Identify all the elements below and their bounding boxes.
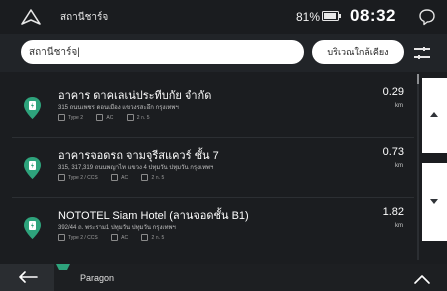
plug-icon — [58, 174, 65, 182]
clock-time: 08:32 — [350, 6, 396, 25]
screen-title: สถานีชาร์จ — [60, 12, 109, 23]
result-row[interactable]: อาคารจอดรถ จามจุรีสแควร์ ชั้น 7 315, 317… — [0, 138, 420, 198]
battery-icon — [322, 11, 341, 21]
distance-unit: km — [395, 103, 403, 109]
next-result-label[interactable]: Paragon — [80, 273, 114, 283]
filter-sliders-icon[interactable] — [414, 47, 430, 59]
result-row[interactable]: NOTOTEL Siam Hotel (ลานจอดชั้น B1) 392/4… — [0, 198, 420, 258]
result-row[interactable]: อาคาร ดาคเลเน่ประทีบกัย จำกัด 315 ถนนเพช… — [0, 78, 420, 138]
list-scrollbar[interactable] — [417, 74, 419, 260]
power-icon — [126, 114, 134, 122]
station-address: 315 ถนนเพชร ดอนเมือง แขวงรสะอึก กรุงเทพฯ — [58, 105, 179, 111]
distance-value: 0.29 — [382, 86, 404, 98]
station-attributes: Type 2 / CCS AC 2 ก. 5 — [58, 234, 176, 244]
plug-icon — [58, 234, 65, 242]
back-button[interactable] — [0, 264, 54, 291]
current-icon — [96, 114, 104, 122]
station-address: 392/44 ถ. พระราม1 ปทุมวัน ปทุมวัน กรุงเท… — [58, 225, 176, 231]
charger-power: 2 ก. 5 — [126, 114, 150, 122]
current-icon — [111, 234, 119, 242]
distance-unit: km — [395, 223, 403, 229]
navigation-arrow-icon[interactable] — [21, 9, 41, 25]
nearby-button[interactable]: บริเวณใกล้เคียง — [312, 40, 404, 64]
search-bar: บริเวณใกล้เคียง — [0, 34, 447, 72]
charging-station-pin-icon — [24, 217, 41, 239]
triangle-up-icon — [430, 112, 438, 117]
plug-icon — [58, 114, 65, 122]
station-attributes: Type 2 AC 2 ก. 5 — [58, 114, 162, 124]
current-type: AC — [111, 234, 128, 242]
distance-value: 1.82 — [382, 206, 404, 218]
current-type: AC — [96, 114, 113, 122]
charger-power: 2 ก. 5 — [141, 234, 164, 242]
battery-percent: 81% — [296, 10, 321, 24]
charging-station-pin-icon — [56, 264, 70, 270]
triangle-down-icon — [430, 199, 438, 204]
station-address: 315, 317,319 ถนนพญาไท แขวง 4 ปทุมวัน ปทุ… — [58, 165, 214, 171]
current-type: AC — [111, 174, 128, 182]
result-list: อาคาร ดาคเลเน่ประทีบกัย จำกัด 315 ถนนเพช… — [0, 72, 420, 265]
charging-station-pin-icon — [24, 97, 41, 119]
connector-type: Type 2 / CCS — [58, 174, 98, 182]
connector-type: Type 2 / CCS — [58, 234, 98, 242]
charger-power: 2 ก. 5 — [141, 174, 164, 182]
distance-value: 0.73 — [382, 146, 404, 158]
page-down-button[interactable] — [422, 163, 447, 241]
current-icon — [111, 174, 119, 182]
message-bubble-icon[interactable] — [418, 8, 436, 26]
station-attributes: Type 2 / CCS AC 2 ก. 5 — [58, 174, 176, 184]
connector-type: Type 2 — [58, 114, 83, 122]
distance-unit: km — [395, 163, 403, 169]
back-arrow-icon — [19, 271, 38, 283]
chevron-up-icon — [414, 275, 430, 284]
search-field[interactable] — [21, 40, 304, 64]
bottom-bar: Paragon — [0, 264, 447, 291]
search-input[interactable] — [29, 43, 294, 61]
charging-station-pin-icon — [24, 157, 41, 179]
page-up-button[interactable] — [422, 78, 447, 153]
status-bar: สถานีชาร์จ 81% 08:32 — [0, 0, 447, 34]
power-icon — [141, 234, 149, 242]
power-icon — [141, 174, 149, 182]
scrollbar-thumb[interactable] — [417, 74, 419, 84]
scroll-up-button[interactable] — [398, 264, 447, 291]
